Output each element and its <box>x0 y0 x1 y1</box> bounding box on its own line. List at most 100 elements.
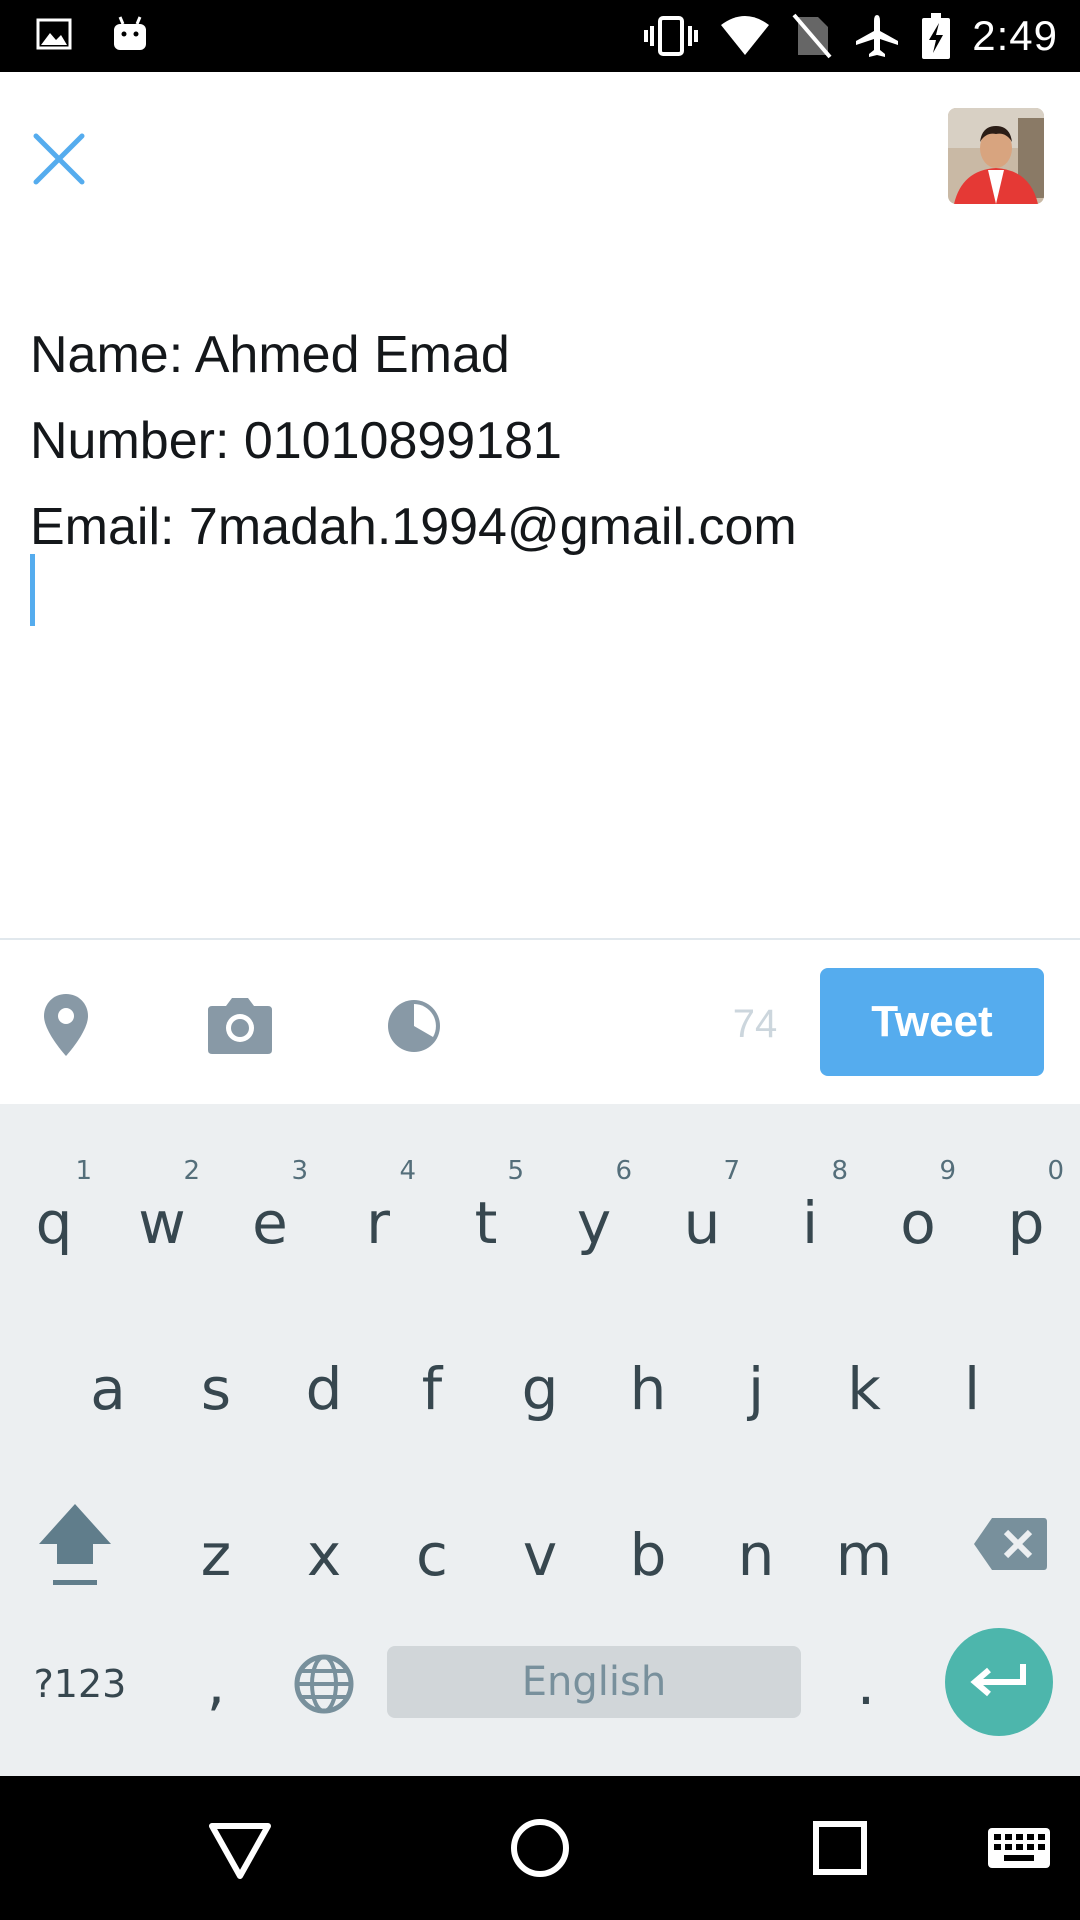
key-k[interactable]: k <box>810 1300 918 1460</box>
image-icon <box>36 18 72 50</box>
key-hint-number: 5 <box>507 1156 524 1186</box>
compose-line-number: Number: 01010899181 <box>30 412 562 470</box>
keyboard-icon <box>988 1828 1050 1868</box>
back-button[interactable] <box>204 1812 276 1884</box>
key-hint-number: 0 <box>1047 1156 1064 1186</box>
key-e[interactable]: 3e <box>216 1134 324 1294</box>
key-u[interactable]: 7u <box>648 1134 756 1294</box>
key-p[interactable]: 0p <box>972 1134 1080 1294</box>
globe-icon <box>294 1654 354 1714</box>
key-letter: j <box>747 1355 765 1423</box>
key-hint-number: 9 <box>939 1156 956 1186</box>
key-y[interactable]: 6y <box>540 1134 648 1294</box>
language-key[interactable] <box>270 1604 378 1764</box>
key-d[interactable]: d <box>270 1300 378 1460</box>
key-hint-number: 8 <box>831 1156 848 1186</box>
key-letter: r <box>366 1189 390 1257</box>
compose-line-email: Email: 7madah.1994@gmail.com <box>30 498 797 556</box>
key-letter: n <box>737 1521 775 1589</box>
key-b[interactable]: b <box>594 1466 702 1626</box>
camera-button[interactable] <box>204 990 276 1062</box>
key-z[interactable]: z <box>162 1466 270 1626</box>
home-button[interactable] <box>504 1812 576 1884</box>
key-hint-number: 1 <box>75 1156 92 1186</box>
key-v[interactable]: v <box>486 1466 594 1626</box>
key-h[interactable]: h <box>594 1300 702 1460</box>
key-r[interactable]: 4r <box>324 1134 432 1294</box>
space-key[interactable]: English <box>387 1646 801 1718</box>
key-hint-number: 2 <box>183 1156 200 1186</box>
key-letter: e <box>252 1189 288 1257</box>
text-cursor <box>30 554 35 626</box>
status-bar: 2:49 <box>0 0 1080 72</box>
key-j[interactable]: j <box>702 1300 810 1460</box>
key-hint-number: 4 <box>399 1156 416 1186</box>
soft-keyboard: ?123 , English . 1q2w3e4r5t6y7u8i9o0pasd… <box>0 1104 1080 1776</box>
key-m[interactable]: m <box>810 1466 918 1626</box>
key-o[interactable]: 9o <box>864 1134 972 1294</box>
key-c[interactable]: c <box>378 1466 486 1626</box>
key-letter: v <box>522 1521 558 1589</box>
key-w[interactable]: 2w <box>108 1134 216 1294</box>
key-letter: q <box>35 1189 73 1257</box>
android-icon <box>114 16 146 50</box>
enter-key[interactable] <box>945 1628 1053 1736</box>
key-letter: k <box>847 1355 881 1423</box>
key-letter: b <box>629 1521 667 1589</box>
camera-icon <box>208 998 272 1054</box>
key-f[interactable]: f <box>378 1300 486 1460</box>
key-g[interactable]: g <box>486 1300 594 1460</box>
key-a[interactable]: a <box>54 1300 162 1460</box>
recents-button[interactable] <box>804 1812 876 1884</box>
key-letter: x <box>306 1521 342 1589</box>
key-letter: p <box>1007 1189 1045 1257</box>
back-triangle-icon <box>209 1823 271 1879</box>
key-n[interactable]: n <box>702 1466 810 1626</box>
location-pin-icon <box>44 994 88 1056</box>
key-hint-number: 7 <box>723 1156 740 1186</box>
key-l[interactable]: l <box>918 1300 1026 1460</box>
backspace-icon <box>974 1518 1047 1570</box>
key-letter: u <box>683 1189 721 1257</box>
tweet-compose-field[interactable]: Name: Ahmed Emad Number: 01010899181 Ema… <box>30 312 1050 912</box>
poll-button[interactable] <box>378 990 450 1062</box>
compose-line-name: Name: Ahmed Emad <box>30 326 510 384</box>
key-letter: t <box>474 1189 498 1257</box>
status-time: 2:49 <box>972 12 1058 59</box>
period-key[interactable]: . <box>812 1604 920 1764</box>
profile-avatar[interactable] <box>948 108 1044 204</box>
wifi-icon <box>721 16 770 55</box>
key-s[interactable]: s <box>162 1300 270 1460</box>
close-icon <box>33 133 85 185</box>
backspace-key[interactable] <box>960 1464 1060 1624</box>
airplane-mode-icon <box>856 15 899 57</box>
key-hint-number: 3 <box>291 1156 308 1186</box>
enter-icon <box>970 1664 1026 1697</box>
shift-key[interactable] <box>20 1464 130 1624</box>
symbols-key[interactable]: ?123 <box>20 1624 140 1744</box>
keyboard-switch-button[interactable] <box>984 1812 1054 1884</box>
key-i[interactable]: 8i <box>756 1134 864 1294</box>
home-circle-icon <box>511 1819 569 1877</box>
recents-square-icon <box>813 1821 867 1875</box>
key-letter: s <box>200 1355 232 1423</box>
key-letter: h <box>629 1355 667 1423</box>
key-q[interactable]: 1q <box>0 1134 108 1294</box>
key-t[interactable]: 5t <box>432 1134 540 1294</box>
battery-charging-icon <box>922 13 951 59</box>
close-button[interactable] <box>28 128 90 190</box>
tweet-button[interactable]: Tweet <box>820 968 1044 1076</box>
location-button[interactable] <box>30 990 102 1062</box>
shift-icon <box>39 1504 111 1585</box>
key-letter: g <box>521 1355 559 1423</box>
key-letter: d <box>305 1355 343 1423</box>
character-counter: 74 <box>732 1002 778 1046</box>
key-letter: y <box>576 1189 612 1257</box>
poll-icon <box>388 1000 440 1052</box>
key-letter: i <box>801 1189 819 1257</box>
key-x[interactable]: x <box>270 1466 378 1626</box>
comma-key[interactable]: , <box>162 1604 270 1764</box>
key-hint-number: 6 <box>615 1156 632 1186</box>
key-letter: f <box>421 1355 443 1423</box>
compose-toolbar: 74 Tweet <box>0 940 1080 1104</box>
